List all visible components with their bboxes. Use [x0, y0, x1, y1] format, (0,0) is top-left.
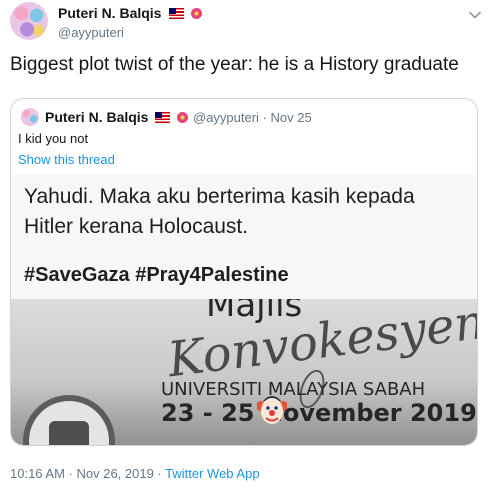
quoted-display-name: Puteri N. Balqis — [45, 109, 189, 125]
quoted-tweet-text: I kid you not — [18, 131, 89, 146]
convocation-photo: Majlis Konvokesyen UNIVERSITI MALAYSIA S… — [11, 299, 477, 445]
tweet-text: Biggest plot twist of the year: he is a … — [10, 54, 459, 75]
author-block[interactable]: Puteri N. Balqis @ayyputeri — [58, 5, 203, 40]
university-crest — [23, 395, 115, 445]
image-text-line-2: Hitler kerana Holocaust. — [24, 215, 249, 238]
image-text-line-1: Yahudi. Maka aku berterima kasih kepada — [24, 185, 415, 208]
sign-university: UNIVERSITI MALAYSIA SABAH — [161, 379, 426, 400]
tweet-meta: 10:16 AM · Nov 26, 2019 · Twitter Web Ap… — [10, 466, 260, 481]
quoted-handle-date: @ayyputeri · Nov 25 — [193, 110, 312, 125]
source-app-link[interactable]: Twitter Web App — [165, 466, 259, 481]
chevron-down-icon[interactable] — [468, 8, 482, 22]
malaysia-flag-emoji — [155, 112, 171, 123]
quoted-image[interactable]: Yahudi. Maka aku berterima kasih kepada … — [11, 175, 477, 445]
image-hashtags: #SaveGaza #Pray4Palestine — [24, 264, 289, 286]
timestamp[interactable]: 10:16 AM · Nov 26, 2019 · — [10, 466, 165, 481]
quoted-tweet[interactable]: Puteri N. Balqis @ayyputeri · Nov 25 I k… — [10, 98, 478, 446]
author-handle[interactable]: @ayyputeri — [58, 25, 202, 40]
author-display-name[interactable]: Puteri N. Balqis — [58, 5, 161, 21]
crest-shield — [49, 421, 89, 445]
malaysia-flag-emoji — [168, 8, 184, 19]
hibiscus-emoji — [177, 112, 189, 123]
tweet-header: Puteri N. Balqis @ayyputeri — [10, 2, 490, 40]
tweet-card: Puteri N. Balqis @ayyputeri Biggest plot… — [0, 0, 500, 504]
avatar[interactable] — [10, 2, 48, 40]
hibiscus-emoji — [191, 8, 203, 19]
sign-date: 23 - 25 November 2019 — [161, 399, 477, 427]
quoted-avatar — [21, 108, 39, 126]
show-thread-link[interactable]: Show this thread — [18, 152, 115, 167]
clown-face-emoji — [257, 396, 287, 424]
